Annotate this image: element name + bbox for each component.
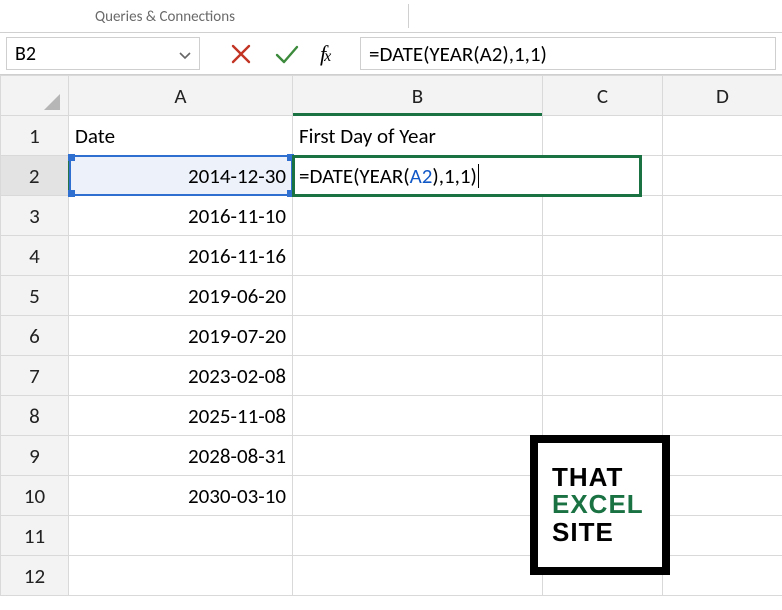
cell-B10[interactable] [293, 476, 543, 516]
cell-C5[interactable] [543, 276, 663, 316]
cell-A8[interactable]: 2025-11-08 [69, 396, 293, 436]
row-header-4[interactable]: 4 [1, 236, 69, 276]
logo-line1: THAT [552, 464, 662, 491]
row-header-5[interactable]: 5 [1, 276, 69, 316]
cell-D12[interactable] [663, 556, 782, 596]
formula-bar: B2 fx =DATE(YEAR(A2),1,1) [0, 33, 782, 75]
cell-A1[interactable]: Date [69, 116, 293, 156]
row-header-1[interactable]: 1 [1, 116, 69, 156]
row-header-11[interactable]: 11 [1, 516, 69, 556]
cell-A12[interactable] [69, 556, 293, 596]
active-cell-text-pre: =DATE(YEAR( [299, 163, 410, 189]
cell-A5[interactable]: 2019-06-20 [69, 276, 293, 316]
cell-D7[interactable] [663, 356, 782, 396]
active-cell-editor[interactable]: =DATE(YEAR(A2),1,1) [292, 155, 642, 197]
cell-D2[interactable] [663, 156, 782, 196]
name-box[interactable]: B2 [6, 37, 200, 70]
cell-C1[interactable] [543, 116, 663, 156]
fx-icon[interactable]: fx [320, 37, 360, 70]
cell-D8[interactable] [663, 396, 782, 436]
enter-icon[interactable] [274, 43, 300, 65]
col-header-A[interactable]: A [69, 76, 293, 116]
watermark-logo: THAT EXCEL SITE [530, 435, 670, 575]
ribbon-separator [408, 4, 409, 28]
cell-C8[interactable] [543, 396, 663, 436]
active-cell-text-post: ),1,1) [432, 163, 477, 189]
row-header-3[interactable]: 3 [1, 196, 69, 236]
cell-C6[interactable] [543, 316, 663, 356]
row-header-12[interactable]: 12 [1, 556, 69, 596]
cell-B4[interactable] [293, 236, 543, 276]
cell-A3[interactable]: 2016-11-10 [69, 196, 293, 236]
cell-B6[interactable] [293, 316, 543, 356]
cell-B3[interactable] [293, 196, 543, 236]
row-header-2[interactable]: 2 [1, 156, 69, 196]
ribbon-tab-bar: Queries & Connections [0, 0, 782, 33]
cell-A9[interactable]: 2028-08-31 [69, 436, 293, 476]
row-header-6[interactable]: 6 [1, 316, 69, 356]
cancel-icon[interactable] [230, 43, 252, 65]
cell-D10[interactable] [663, 476, 782, 516]
row-header-8[interactable]: 8 [1, 396, 69, 436]
col-header-B[interactable]: B [293, 76, 543, 116]
cell-A11[interactable] [69, 516, 293, 556]
cell-B8[interactable] [293, 396, 543, 436]
formula-input[interactable]: =DATE(YEAR(A2),1,1) [360, 37, 776, 70]
name-box-value: B2 [15, 42, 36, 66]
cell-D6[interactable] [663, 316, 782, 356]
cell-A4[interactable]: 2016-11-16 [69, 236, 293, 276]
cell-A7[interactable]: 2023-02-08 [69, 356, 293, 396]
row-header-7[interactable]: 7 [1, 356, 69, 396]
cell-A6[interactable]: 2019-07-20 [69, 316, 293, 356]
chevron-down-icon[interactable] [179, 42, 191, 66]
row-header-9[interactable]: 9 [1, 436, 69, 476]
text-caret-icon [478, 164, 479, 188]
col-header-D[interactable]: D [663, 76, 782, 116]
cell-A2-value: 2014-12-30 [188, 163, 286, 189]
logo-line2: EXCEL [552, 491, 662, 518]
ribbon-tab-queries[interactable]: Queries & Connections [95, 8, 235, 32]
formula-text: =DATE(YEAR(A2),1,1) [369, 41, 547, 67]
cell-A10[interactable]: 2030-03-10 [69, 476, 293, 516]
formula-bar-actions [200, 37, 320, 70]
cell-B7[interactable] [293, 356, 543, 396]
cell-D5[interactable] [663, 276, 782, 316]
col-header-C[interactable]: C [543, 76, 663, 116]
cell-D1[interactable] [663, 116, 782, 156]
cell-D4[interactable] [663, 236, 782, 276]
cell-C3[interactable] [543, 196, 663, 236]
select-all-triangle[interactable] [1, 76, 69, 116]
worksheet[interactable]: A B C D 1 Date First Day of Year 2 2014-… [0, 75, 782, 596]
cell-C4[interactable] [543, 236, 663, 276]
cell-B9[interactable] [293, 436, 543, 476]
cell-B1[interactable]: First Day of Year [293, 116, 543, 156]
logo-line3: SITE [552, 519, 662, 546]
cell-A2[interactable]: 2014-12-30 [69, 156, 293, 196]
row-header-10[interactable]: 10 [1, 476, 69, 516]
cell-D11[interactable] [663, 516, 782, 556]
cell-C7[interactable] [543, 356, 663, 396]
cell-D9[interactable] [663, 436, 782, 476]
cell-B12[interactable] [293, 556, 543, 596]
cell-B5[interactable] [293, 276, 543, 316]
cell-D3[interactable] [663, 196, 782, 236]
cell-B11[interactable] [293, 516, 543, 556]
active-cell-text-ref: A2 [410, 163, 433, 189]
